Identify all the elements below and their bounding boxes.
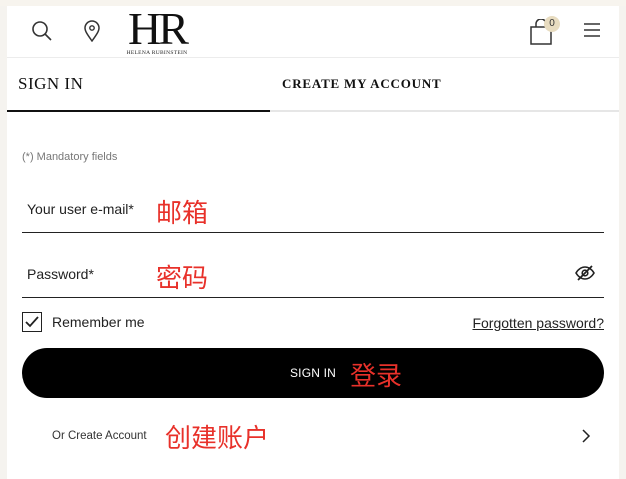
hide-password-icon[interactable] [574,264,596,282]
login-panel: SIGN IN CREATE MY ACCOUNT (*) Mandatory … [7,58,619,479]
account-tabs: SIGN IN CREATE MY ACCOUNT [7,58,619,112]
location-pin-icon[interactable] [83,20,101,42]
brand-logo[interactable]: HR HELENA RUBINSTEIN [119,3,195,57]
create-account-link[interactable]: Or Create Account 创建账户 [7,416,619,456]
search-icon[interactable] [31,20,53,42]
chevron-right-icon [580,428,592,444]
mandatory-fields-note: (*) Mandatory fields [22,151,118,163]
remember-me-checkbox[interactable] [22,312,42,332]
sign-in-button[interactable]: SIGN IN 登录 [22,348,604,398]
logo-brand-name: HELENA RUBINSTEIN [126,50,188,56]
sign-in-annotation: 登录 [350,362,403,392]
email-label: Your user e-mail* [27,201,134,217]
create-account-annotation: 创建账户 [165,424,270,454]
tab-sign-in[interactable]: SIGN IN [7,58,270,112]
hamburger-menu-icon[interactable] [582,21,602,39]
email-annotation: 邮箱 [156,199,209,229]
create-account-label: Or Create Account [52,430,147,442]
sign-in-button-label: SIGN IN [289,366,337,380]
site-header: HR HELENA RUBINSTEIN 0 [7,6,619,58]
remember-me-label: Remember me [52,314,145,330]
remember-me[interactable]: Remember me [22,312,145,332]
email-field[interactable]: Your user e-mail* 邮箱 [22,189,604,233]
password-annotation: 密码 [156,264,209,294]
cart-count-badge: 0 [544,16,560,32]
logo-monogram: HR [128,3,189,54]
password-field[interactable]: Password* 密码 [22,254,604,298]
password-label: Password* [27,266,94,282]
tab-create-account[interactable]: CREATE MY ACCOUNT [270,58,619,112]
forgot-password-link[interactable]: Forgotten password? [472,315,604,331]
